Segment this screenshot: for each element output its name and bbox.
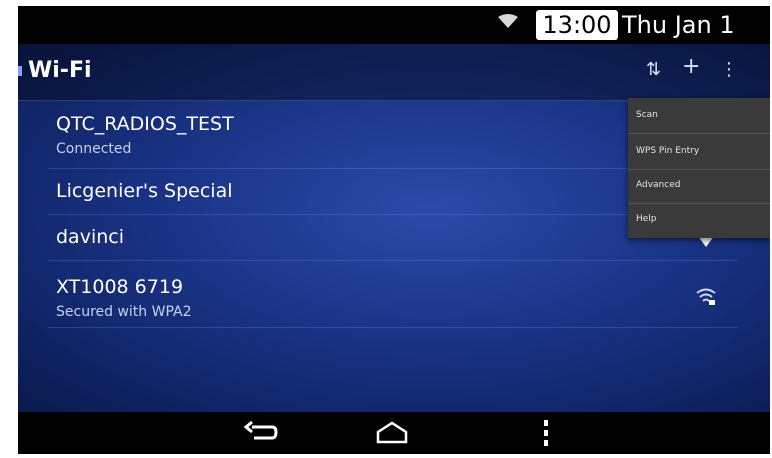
navigation-bar [18, 412, 770, 454]
overflow-menu: Scan WPS Pin Entry Advanced Help [628, 98, 770, 238]
home-icon[interactable] [372, 418, 412, 448]
wifi-locked-icon [696, 288, 716, 305]
menu-icon[interactable] [526, 418, 566, 448]
wifi-settings-panel: Wi-Fi ⇅ + ⋮ QTC_RADIOS_TEST Connected Li… [18, 44, 770, 412]
up-caret-icon[interactable] [18, 66, 22, 76]
add-network-icon[interactable]: + [682, 55, 700, 79]
page-title: Wi-Fi [28, 58, 92, 83]
device-screen: 13:00 Thu Jan 1 Wi-Fi ⇅ + ⋮ QTC_RADIOS_T… [18, 6, 770, 454]
menu-item-wps-pin-entry[interactable]: WPS Pin Entry [628, 134, 770, 169]
network-name: QTC_RADIOS_TEST [56, 113, 234, 135]
menu-item-scan[interactable]: Scan [628, 98, 770, 133]
menu-item-advanced[interactable]: Advanced [628, 168, 770, 203]
list-divider [48, 327, 738, 328]
status-bar: 13:00 Thu Jan 1 [18, 6, 770, 44]
clock-time: 13:00 [536, 10, 618, 40]
wps-push-icon[interactable]: ⇅ [646, 58, 661, 82]
network-name: davinci [56, 226, 124, 248]
network-status: Connected [56, 141, 132, 157]
clock-date: Thu Jan 1 [622, 11, 735, 39]
network-security: Secured with WPA2 [56, 304, 192, 320]
network-name: XT1008 6719 [56, 276, 184, 298]
overflow-menu-icon[interactable]: ⋮ [720, 58, 738, 82]
back-icon[interactable] [240, 418, 280, 448]
menu-item-help[interactable]: Help [628, 202, 770, 237]
action-bar: Wi-Fi ⇅ + ⋮ [18, 44, 770, 101]
network-item-xt1008[interactable]: XT1008 6719 Secured with WPA2 [18, 261, 770, 327]
network-name: Licgenier's Special [56, 180, 233, 202]
wifi-full-icon [498, 14, 518, 28]
